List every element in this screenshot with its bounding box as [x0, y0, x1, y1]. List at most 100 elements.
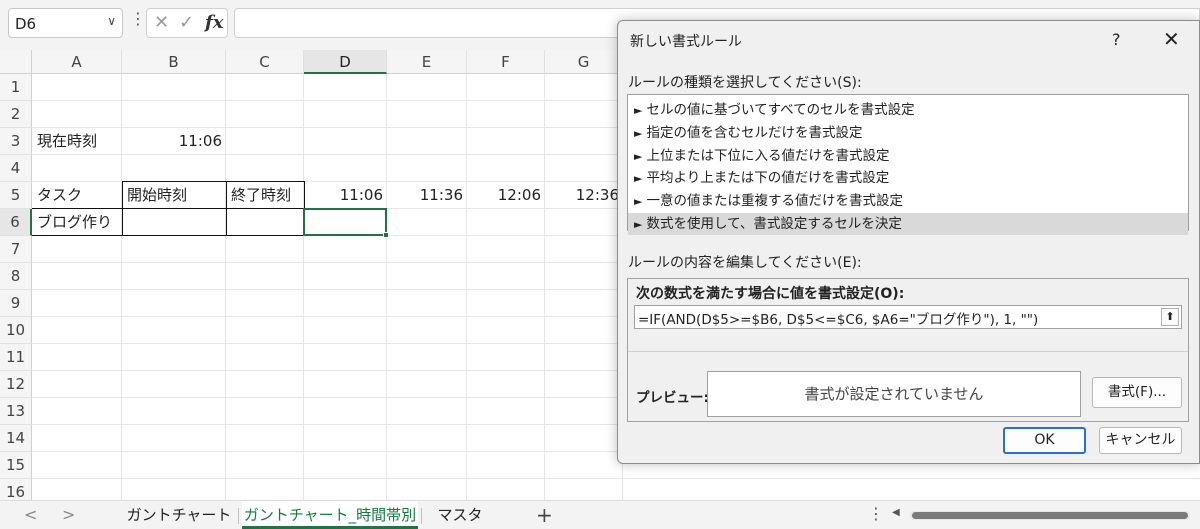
- column-header-a[interactable]: A: [32, 50, 122, 74]
- condition-label: 次の数式を満たす場合に値を書式設定(O):: [636, 286, 905, 302]
- triangle-right-icon: ►: [634, 172, 643, 186]
- rule-type-label: 一意の値または重複する値だけを書式設定: [646, 193, 903, 210]
- cell-border: [122, 181, 123, 235]
- rule-type-item[interactable]: ► 指定の値を含むセルだけを書式設定: [628, 122, 1188, 144]
- row-header-5[interactable]: 5: [0, 182, 32, 209]
- rule-type-item[interactable]: ► セルの値に基づいてすべてのセルを書式設定: [628, 99, 1188, 121]
- sheet-tab[interactable]: マスタ: [424, 501, 496, 529]
- column-header-f[interactable]: F: [467, 50, 545, 74]
- edit-rule-label: ルールの内容を編集してください(E):: [628, 255, 862, 271]
- cancel-button[interactable]: キャンセル: [1099, 427, 1182, 454]
- sheet-tab[interactable]: ガントチャート: [124, 501, 234, 529]
- collapse-dialog-icon[interactable]: ⬆: [1161, 308, 1179, 326]
- column-header-c[interactable]: C: [226, 50, 304, 74]
- tab-divider: [238, 508, 239, 524]
- more-options-icon[interactable]: ⋮: [130, 9, 146, 28]
- confirm-entry-icon[interactable]: ✓: [179, 12, 194, 33]
- row-header-1[interactable]: 1: [0, 74, 32, 101]
- fill-handle[interactable]: [383, 232, 389, 238]
- row-header-15[interactable]: 15: [0, 452, 32, 479]
- insert-function-icon[interactable]: fx: [205, 12, 223, 33]
- selected-cell[interactable]: [303, 208, 387, 236]
- select-all-corner[interactable]: [0, 50, 32, 74]
- cell-f5[interactable]: 12:06: [467, 182, 545, 209]
- close-icon[interactable]: ✕: [1163, 27, 1180, 51]
- row-header-11[interactable]: 11: [0, 344, 32, 371]
- scrollbar-thumb[interactable]: [912, 512, 1188, 519]
- cell-border: [32, 235, 305, 236]
- rule-formula-input[interactable]: =IF(AND(D$5>=$B6, D$5<=$C6, $A6="ブログ作り")…: [634, 305, 1182, 329]
- formula-buttons: ✕ ✓ fx: [146, 8, 228, 38]
- gridline: [466, 74, 467, 500]
- triangle-right-icon: ►: [634, 126, 643, 140]
- scroll-left-icon[interactable]: ◀: [892, 507, 900, 518]
- cell-a3[interactable]: 現在時刻: [32, 128, 122, 155]
- ok-button[interactable]: OK: [1003, 427, 1086, 454]
- rule-type-label: 上位または下位に入る値だけを書式設定: [646, 147, 890, 164]
- prev-sheet-icon[interactable]: <: [24, 505, 37, 524]
- gridline: [544, 74, 545, 500]
- rule-type-label: セルの値に基づいてすべてのセルを書式設定: [646, 102, 915, 118]
- row-header-7[interactable]: 7: [0, 236, 32, 263]
- triangle-right-icon: ►: [634, 195, 643, 209]
- add-sheet-button[interactable]: +: [536, 501, 553, 529]
- dialog-title: 新しい書式ルール: [630, 34, 742, 50]
- cell-b3[interactable]: 11:06: [122, 128, 226, 155]
- row-header-12[interactable]: 12: [0, 371, 32, 398]
- cell-a6[interactable]: ブログ作り: [32, 209, 122, 236]
- row-header-2[interactable]: 2: [0, 101, 32, 128]
- name-box[interactable]: D6 ∨: [8, 8, 123, 38]
- rule-type-item[interactable]: ► 数式を使用して、書式設定するセルを決定: [628, 213, 1188, 235]
- next-sheet-icon[interactable]: >: [62, 505, 75, 524]
- column-header-g[interactable]: G: [545, 50, 623, 74]
- row-header-14[interactable]: 14: [0, 425, 32, 452]
- rule-type-item[interactable]: ► 上位または下位に入る値だけを書式設定: [628, 145, 1188, 167]
- cell-a5[interactable]: タスク: [32, 182, 122, 209]
- row-header-8[interactable]: 8: [0, 263, 32, 290]
- cell-e5[interactable]: 11:36: [387, 182, 467, 209]
- preview-box: 書式が設定されていません: [707, 371, 1081, 417]
- row-header-3[interactable]: 3: [0, 128, 32, 155]
- sheet-tab[interactable]: ガントチャート_時間帯別: [242, 501, 418, 529]
- new-format-rule-dialog: 新しい書式ルール ? ✕ ルールの種類を選択してください(S): ► セルの値に基…: [617, 20, 1200, 464]
- triangle-right-icon: ►: [634, 104, 643, 117]
- cell-c5[interactable]: 終了時刻: [226, 182, 304, 209]
- gridline: [386, 74, 387, 500]
- triangle-right-icon: ►: [634, 218, 643, 231]
- row-header-9[interactable]: 9: [0, 290, 32, 317]
- tab-divider: [421, 508, 422, 524]
- name-box-value: D6: [15, 15, 37, 33]
- rule-type-item[interactable]: ► 一意の値または重複する値だけを書式設定: [628, 190, 1188, 212]
- row-header-10[interactable]: 10: [0, 317, 32, 344]
- rule-type-label: ルールの種類を選択してください(S):: [628, 75, 862, 91]
- gridline: [32, 478, 1200, 479]
- divider: [628, 351, 1188, 352]
- rule-type-list[interactable]: ► セルの値に基づいてすべてのセルを書式設定 ► 指定の値を含むセルだけを書式設定 ► 上…: [627, 94, 1189, 235]
- more-options-icon[interactable]: ⋮: [868, 504, 884, 523]
- row-header-6[interactable]: 6: [0, 209, 32, 236]
- rule-type-label: 指定の値を含むセルだけを書式設定: [646, 124, 863, 141]
- column-header-b[interactable]: B: [122, 50, 226, 74]
- rule-type-label: 平均より上または下の値だけを書式設定: [646, 170, 890, 187]
- chevron-down-icon[interactable]: ∨: [107, 14, 116, 28]
- cell-d5[interactable]: 11:06: [304, 182, 387, 209]
- column-header-e[interactable]: E: [387, 50, 467, 74]
- cancel-entry-icon[interactable]: ✕: [154, 12, 169, 33]
- cell-g5[interactable]: 12:36: [545, 182, 623, 209]
- column-header-d[interactable]: D: [304, 50, 387, 74]
- help-icon[interactable]: ?: [1112, 30, 1121, 49]
- cell-border: [122, 181, 305, 182]
- sheet-tab-bar: < > ガントチャート ガントチャート_時間帯別 マスタ + ⋮ ◀: [0, 500, 1200, 529]
- rule-type-label: 数式を使用して、書式設定するセルを決定: [646, 216, 902, 232]
- cell-border: [226, 181, 227, 235]
- cell-b5[interactable]: 開始時刻: [122, 182, 226, 209]
- triangle-right-icon: ►: [634, 149, 643, 163]
- rule-edit-panel: 次の数式を満たす場合に値を書式設定(O): =IF(AND(D$5>=$B6, …: [627, 278, 1189, 422]
- row-header-4[interactable]: 4: [0, 155, 32, 182]
- row-header-13[interactable]: 13: [0, 398, 32, 425]
- rule-formula-text: =IF(AND(D$5>=$B6, D$5<=$C6, $A6="ブログ作り")…: [638, 312, 1039, 328]
- rule-type-item[interactable]: ► 平均より上または下の値だけを書式設定: [628, 167, 1188, 189]
- gridline: [303, 74, 304, 500]
- preview-label: プレビュー:: [636, 390, 709, 406]
- format-button[interactable]: 書式(F)...: [1092, 377, 1182, 408]
